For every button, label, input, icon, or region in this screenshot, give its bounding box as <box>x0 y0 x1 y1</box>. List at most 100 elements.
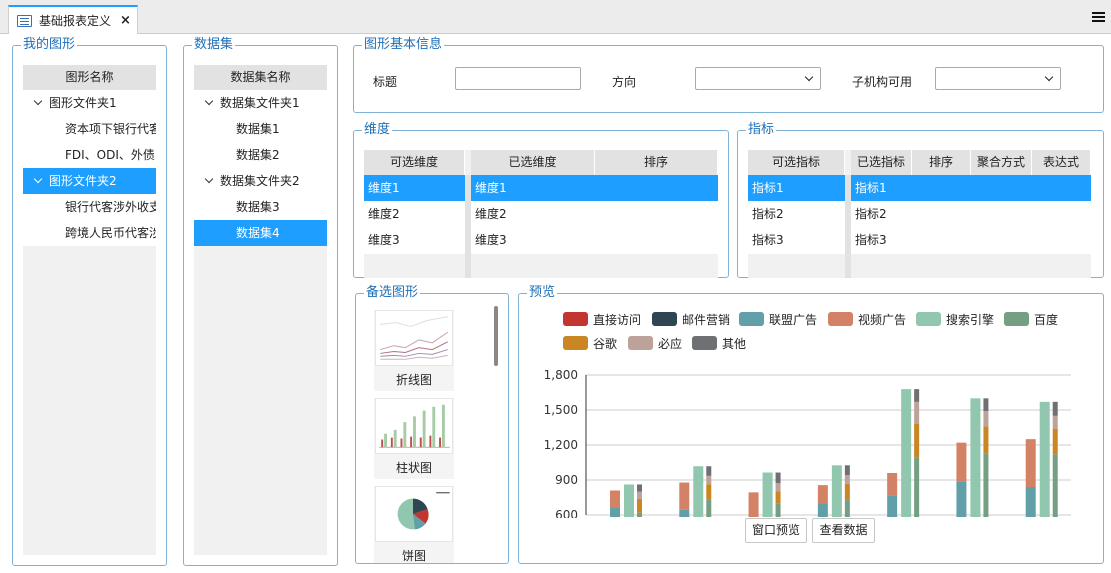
bar-segment-谷歌 <box>914 424 920 458</box>
legend-item[interactable]: 视频广告 <box>828 312 907 327</box>
bar-segment-百度 <box>775 503 781 517</box>
title-label: 标题 <box>373 75 398 89</box>
tree-item[interactable]: 资本项下银行代客 <box>23 116 156 142</box>
chevron-down-icon[interactable] <box>33 174 43 184</box>
bar-segment-百度 <box>1052 454 1058 517</box>
tree-item-label: 数据集文件夹2 <box>220 174 300 188</box>
window-preview-button[interactable]: 窗口预览 <box>745 518 807 543</box>
bar-segment-搜索引擎 <box>693 466 704 517</box>
title-input[interactable] <box>455 67 581 90</box>
child-org-select[interactable] <box>935 67 1061 90</box>
bar-chart-label: 柱状图 <box>395 461 432 475</box>
selected-metrics-header: 已选指标 <box>851 150 912 175</box>
bar-segment-谷歌 <box>775 491 781 504</box>
bar-segment-联盟广告 <box>679 509 690 517</box>
legend-swatch <box>828 312 853 326</box>
close-icon[interactable]: × <box>120 13 131 28</box>
tree-item[interactable]: 数据集4 <box>194 220 327 246</box>
tree-folder-item[interactable]: 图形文件夹2 <box>23 168 156 194</box>
datasets-tree: 数据集名称 数据集文件夹1 数据集1 数据集2 数据集文件夹2 数据集3 数据集4 <box>194 65 327 555</box>
available-dimension-row[interactable]: 维度3 <box>364 227 465 253</box>
tree-item[interactable]: 跨境人民币代客涉 <box>23 220 156 246</box>
tree-item-label: 数据集3 <box>236 200 280 214</box>
preview-legend: 预览 <box>529 286 556 300</box>
chevron-down-icon[interactable] <box>204 174 214 184</box>
legend-item[interactable]: 直接访问 <box>563 312 641 327</box>
bar-segment-百度 <box>706 499 712 517</box>
bar-segment-搜索引擎 <box>831 465 842 517</box>
bar-segment-视频广告 <box>679 482 690 510</box>
bar-segment-谷歌 <box>1052 428 1058 455</box>
selected-dimension-row[interactable]: 维度1 <box>471 175 718 201</box>
tree-item[interactable]: 银行代客涉外收支 <box>23 194 156 220</box>
metrics-legend: 指标 <box>748 122 775 137</box>
preview-panel: 预览 直接访问 邮件营销 联盟广告 视频广告 搜索引擎 百度 谷歌 必应 其他 600 900 1,… <box>518 286 1104 564</box>
legend-swatch <box>739 312 764 326</box>
available-metric-row[interactable]: 指标2 <box>748 201 845 227</box>
y-tick-label: 900 <box>555 473 578 487</box>
bar-segment-其他 <box>775 472 781 484</box>
legend-swatch <box>1004 312 1029 326</box>
tree-item-label: 数据集1 <box>236 122 280 136</box>
pie-chart-card[interactable]: 饼图 <box>374 486 454 563</box>
tab-label: 基础报表定义 <box>39 14 112 28</box>
menu-icon[interactable] <box>1092 12 1105 14</box>
available-dimension-row[interactable]: 维度2 <box>364 201 465 227</box>
chevron-down-icon[interactable] <box>33 96 43 106</box>
bar-segment-视频广告 <box>956 442 967 482</box>
legend-label: 视频广告 <box>858 312 907 327</box>
line-chart-card[interactable]: 折线图 <box>374 310 454 391</box>
my-charts-tree-header: 图形名称 <box>23 65 156 90</box>
legend-item[interactable]: 邮件营销 <box>652 312 730 327</box>
view-data-button[interactable]: 查看数据 <box>812 518 875 543</box>
basic-info-panel: 图形基本信息 标题 方向 子机构可用 <box>353 38 1104 113</box>
tree-item[interactable]: 数据集1 <box>194 116 327 142</box>
tree-folder-item[interactable]: 数据集文件夹1 <box>194 90 327 116</box>
legend-label: 必应 <box>658 336 683 351</box>
selected-metric-row[interactable]: 指标2 <box>851 201 1091 227</box>
datasets-legend: 数据集 <box>194 37 234 52</box>
legend-item[interactable]: 联盟广告 <box>739 312 817 327</box>
legend-label: 百度 <box>1034 312 1059 327</box>
expression-header: 表达式 <box>1032 150 1091 175</box>
legend-item[interactable]: 百度 <box>1004 312 1059 327</box>
tree-item[interactable]: FDI、ODI、外债 <box>23 142 156 168</box>
legend-item[interactable]: 必应 <box>628 336 683 351</box>
bar-segment-联盟广告 <box>1025 487 1036 517</box>
tree-item[interactable]: 数据集2 <box>194 142 327 168</box>
tree-item-label: 数据集4 <box>236 226 280 240</box>
chevron-down-icon[interactable] <box>204 96 214 106</box>
bar-segment-视频广告 <box>610 490 620 508</box>
available-dimension-row[interactable]: 维度1 <box>364 175 465 201</box>
datasets-panel: 数据集 数据集名称 数据集文件夹1 数据集1 数据集2 数据集文件夹2 数据集3 数据集4 <box>183 38 338 566</box>
dimensions-panel: 维度 可选维度 已选维度 排序 维度1 维度2 维度3 维度1 维度2 维度3 <box>353 123 729 278</box>
legend-swatch <box>628 336 653 350</box>
bar-segment-视频广告 <box>817 485 828 504</box>
bar-chart-card[interactable]: 柱状图 <box>374 398 454 479</box>
available-dimensions-header: 可选维度 <box>364 150 465 175</box>
legend-item[interactable]: 搜索引擎 <box>916 312 994 327</box>
metrics-panel: 指标 可选指标 已选指标 排序 聚合方式 表达式 指标1 指标2 指标3 指标1 指标… <box>737 123 1104 278</box>
bar-segment-其他 <box>637 484 642 492</box>
tree-item-label: 数据集2 <box>236 148 280 162</box>
legend-item[interactable]: 谷歌 <box>563 336 617 351</box>
child-org-label: 子机构可用 <box>852 75 913 89</box>
tab-basic-report-definition[interactable]: 基础报表定义 × <box>8 5 138 34</box>
selected-dimension-row[interactable]: 维度3 <box>471 227 718 253</box>
legend-item[interactable]: 其他 <box>692 336 746 351</box>
selected-metric-row[interactable]: 指标1 <box>851 175 1091 201</box>
direction-select[interactable] <box>695 67 821 90</box>
selected-dimension-row[interactable]: 维度2 <box>471 201 718 227</box>
bar-segment-百度 <box>914 457 920 517</box>
bar-segment-其他 <box>706 466 712 476</box>
tree-folder-item[interactable]: 数据集文件夹2 <box>194 168 327 194</box>
tree-item[interactable]: 数据集3 <box>194 194 327 220</box>
scrollbar-thumb[interactable] <box>494 306 498 366</box>
bar-segment-搜索引擎 <box>970 398 981 517</box>
tree-folder-item[interactable]: 图形文件夹1 <box>23 90 156 116</box>
selected-metric-row[interactable]: 指标3 <box>851 227 1091 253</box>
available-metric-row[interactable]: 指标3 <box>748 227 845 253</box>
direction-label: 方向 <box>612 75 637 89</box>
bar-chart-thumbnail-icon <box>375 398 453 454</box>
available-metric-row[interactable]: 指标1 <box>748 175 845 201</box>
